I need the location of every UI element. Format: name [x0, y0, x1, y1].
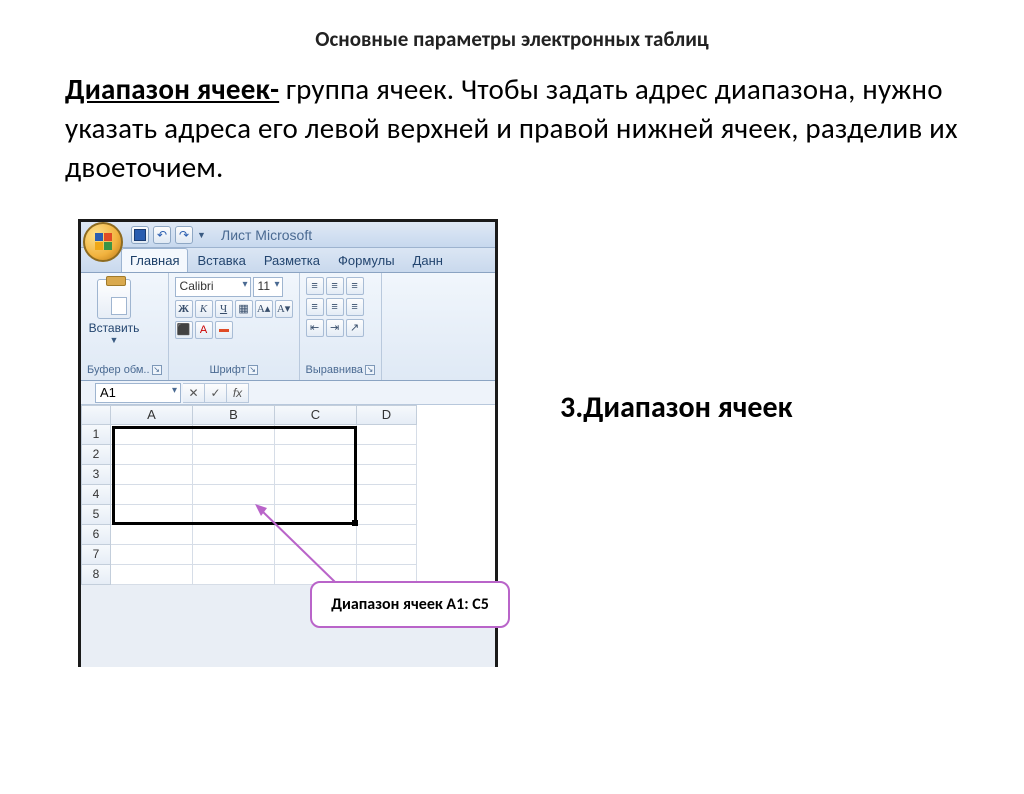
font-name-combo[interactable]: Calibri — [175, 277, 251, 297]
enter-icon[interactable]: ✓ — [205, 383, 227, 403]
clipboard-icon — [97, 279, 131, 319]
slide-title: Основные параметры электронных таблиц — [0, 26, 1024, 52]
align-left-icon[interactable]: ≡ — [306, 298, 324, 316]
row-header[interactable]: 7 — [81, 545, 111, 565]
section-heading: 3.Диапазон ячеек — [560, 389, 792, 426]
ribbon: Вставить ▼ Буфер обм..↘ Calibri 11 Ж К Ч… — [81, 273, 495, 381]
group-clipboard: Вставить ▼ Буфер обм..↘ — [81, 273, 169, 380]
callout-box: Диапазон ячеек A1: C5 — [310, 581, 510, 628]
grow-font-button[interactable]: A▴ — [255, 300, 273, 318]
qat-dropdown-icon[interactable]: ▼ — [197, 226, 205, 244]
underline-button[interactable]: Ч — [215, 300, 233, 318]
font-color-button[interactable]: A — [195, 321, 213, 339]
fill-color-button[interactable]: ⬛ — [175, 321, 193, 339]
group-alignment: ≡ ≡ ≡ ≡ ≡ ≡ ⇤ ⇥ ↗ Выравнива↘ — [300, 273, 382, 380]
align-middle-icon[interactable]: ≡ — [326, 277, 344, 295]
ribbon-tabs: Главная Вставка Разметка Формулы Данн — [81, 248, 495, 273]
quick-access-toolbar: ▼ — [131, 226, 205, 244]
cancel-icon[interactable]: ✕ — [183, 383, 205, 403]
row-header[interactable]: 2 — [81, 445, 111, 465]
chevron-down-icon[interactable]: ▼ — [87, 335, 141, 345]
office-button[interactable] — [83, 222, 123, 262]
row-header[interactable]: 3 — [81, 465, 111, 485]
undo-icon[interactable] — [153, 226, 171, 244]
col-header[interactable]: C — [275, 405, 357, 425]
paste-button[interactable]: Вставить ▼ — [87, 277, 141, 345]
shrink-font-button[interactable]: A▾ — [275, 300, 293, 318]
tab-insert[interactable]: Вставка — [188, 248, 254, 272]
window-caption: Лист Microsoft — [221, 227, 312, 243]
redo-icon[interactable] — [175, 226, 193, 244]
align-right-icon[interactable]: ≡ — [346, 298, 364, 316]
row-header[interactable]: 6 — [81, 525, 111, 545]
align-bottom-icon[interactable]: ≡ — [346, 277, 364, 295]
save-icon[interactable] — [131, 226, 149, 244]
dialog-launcher-icon[interactable]: ↘ — [365, 365, 375, 375]
tab-formulas[interactable]: Формулы — [329, 248, 404, 272]
borders-button[interactable] — [215, 321, 233, 339]
group-label-alignment: Выравнива↘ — [306, 362, 375, 378]
tab-home[interactable]: Главная — [121, 248, 188, 272]
font-size-combo[interactable]: 11 — [253, 277, 283, 297]
bold-button[interactable]: Ж — [175, 300, 193, 318]
tab-data[interactable]: Данн — [404, 248, 452, 272]
term: Диапазон ячеек- — [65, 71, 279, 107]
formula-bar: A1 ✕ ✓ fx — [81, 381, 495, 405]
spreadsheet-grid[interactable]: A B C D 1 2 3 4 5 6 7 8 — [81, 405, 495, 585]
name-box[interactable]: A1 — [95, 383, 181, 403]
orientation-icon[interactable]: ↗ — [346, 319, 364, 337]
align-top-icon[interactable]: ≡ — [306, 277, 324, 295]
col-header[interactable]: D — [357, 405, 417, 425]
row-header[interactable]: 4 — [81, 485, 111, 505]
tab-layout[interactable]: Разметка — [255, 248, 329, 272]
row-header[interactable]: 5 — [81, 505, 111, 525]
col-header[interactable]: A — [111, 405, 193, 425]
dialog-launcher-icon[interactable]: ↘ — [248, 365, 258, 375]
paste-label: Вставить — [87, 321, 141, 335]
group-label-font: Шрифт↘ — [175, 362, 293, 378]
row-header[interactable]: 1 — [81, 425, 111, 445]
definition-paragraph: Диапазон ячеек- группа ячеек. Чтобы зада… — [65, 70, 964, 187]
select-all-corner[interactable] — [81, 405, 111, 425]
fx-icon[interactable]: fx — [227, 383, 249, 403]
group-font: Calibri 11 Ж К Ч ▦ A▴ A▾ ⬛ A — [169, 273, 300, 380]
col-header[interactable]: B — [193, 405, 275, 425]
row-header[interactable]: 8 — [81, 565, 111, 585]
decrease-indent-icon[interactable]: ⇤ — [306, 319, 324, 337]
increase-indent-icon[interactable]: ⇥ — [326, 319, 344, 337]
titlebar: ▼ Лист Microsoft — [81, 222, 495, 248]
align-center-icon[interactable]: ≡ — [326, 298, 344, 316]
dialog-launcher-icon[interactable]: ↘ — [152, 365, 162, 375]
border-button[interactable]: ▦ — [235, 300, 253, 318]
italic-button[interactable]: К — [195, 300, 213, 318]
group-label-clipboard: Буфер обм..↘ — [87, 362, 162, 378]
